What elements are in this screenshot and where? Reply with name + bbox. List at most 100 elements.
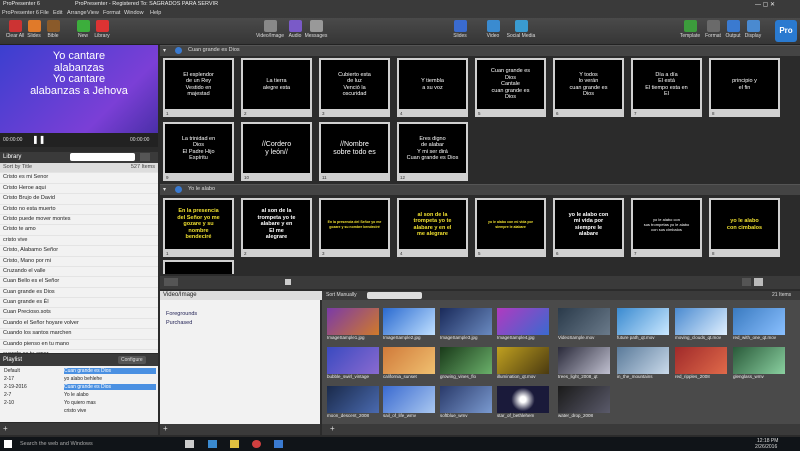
add-folder-icon[interactable]: + xyxy=(163,424,168,433)
slide[interactable]: //Nombre sobre todo es 11 xyxy=(319,122,390,181)
pause-icon[interactable]: ❚❚ xyxy=(32,135,45,144)
slide[interactable]: principio y el fin 8 xyxy=(709,58,780,117)
slide[interactable]: yo le alabo con mi vida por siempre le a… xyxy=(553,198,624,257)
list-view-icon[interactable] xyxy=(754,278,763,286)
media-thumb[interactable]: red_ripples_2008 xyxy=(675,347,727,381)
folder-icon[interactable] xyxy=(230,440,239,448)
library-search-input[interactable] xyxy=(70,153,135,161)
propresenter-taskbar-icon[interactable] xyxy=(274,440,283,448)
group-header[interactable]: ▾ Cuan grande es Dios xyxy=(160,45,800,56)
library-sort-row[interactable]: Sort by Title 527 Items xyxy=(0,163,158,174)
menu-help[interactable]: Help xyxy=(150,10,161,16)
list-item[interactable]: Cuan grande es Él xyxy=(0,298,158,309)
menu-edit[interactable]: Edit xyxy=(53,10,62,16)
playlist-song[interactable]: Yo quiero mas xyxy=(64,400,96,406)
list-item[interactable]: Cristo Heroe aqui xyxy=(0,184,158,195)
configure-button[interactable]: Configure xyxy=(118,356,146,364)
media-thumb[interactable]: ImageSample1.jpg xyxy=(327,308,379,342)
playlist-song[interactable]: Cuan grande es Dios xyxy=(64,368,156,374)
playlist-song[interactable]: Yo le alabo xyxy=(64,392,89,398)
task-view-icon[interactable] xyxy=(185,440,194,448)
menu-file[interactable]: File xyxy=(40,10,49,16)
list-item[interactable]: Cristo te amo xyxy=(0,225,158,236)
library-button[interactable]: Library xyxy=(87,20,117,44)
group-header[interactable]: ▾ Yo le alabo xyxy=(160,184,800,195)
media-thumb[interactable]: future path_qt.mov xyxy=(617,308,669,342)
slide[interactable]: La trinidad en Dios El Padre Hijo Espíri… xyxy=(163,122,234,181)
slide[interactable]: yo le alabo con mi vida por siempre le a… xyxy=(475,198,546,257)
media-thumb[interactable]: trees_light_2008_qt xyxy=(558,347,610,381)
list-item[interactable]: Cuando los santos marchen xyxy=(0,329,158,340)
media-thumb[interactable]: ImageSample2.jpg xyxy=(383,308,435,342)
slide[interactable]: Cuan grande es Dios Cantale cuan grande … xyxy=(475,58,546,117)
list-item[interactable]: Cuan Precioso.sots xyxy=(0,308,158,319)
grid-view-icon[interactable] xyxy=(742,278,751,286)
add-menu-button[interactable] xyxy=(164,278,178,286)
list-item[interactable]: Cuando el Señor hoyare volver xyxy=(0,319,158,330)
playlist-date[interactable]: Default xyxy=(4,368,20,374)
list-item[interactable]: Cristo Brujo de David xyxy=(0,194,158,205)
media-thumb[interactable]: VideoSample.mov xyxy=(558,308,610,342)
list-item[interactable]: Cristo es mi Senor xyxy=(0,173,158,184)
media-thumb[interactable]: california_sunset xyxy=(383,347,435,381)
playlist-date[interactable]: 2-17 xyxy=(4,376,14,382)
slide[interactable]: al son de la trompeta yo te alabare y en… xyxy=(241,198,312,257)
slide[interactable]: El esplendor de un Rey Vestido en majest… xyxy=(163,58,234,117)
slide[interactable]: Y todos lo verán cuan grande es Dios 6 xyxy=(553,58,624,117)
media-thumb[interactable]: softblue_wmv xyxy=(440,386,492,420)
list-item[interactable]: Cuan Bello es el Señor xyxy=(0,277,158,288)
list-item[interactable]: Cristo puede mover montes xyxy=(0,215,158,226)
list-item[interactable]: Cruzando el valle xyxy=(0,267,158,278)
slide[interactable] xyxy=(163,260,234,274)
playlist-date[interactable]: 2-10 xyxy=(4,400,14,406)
add-playlist-icon[interactable]: + xyxy=(3,424,8,433)
menu-propresenter[interactable]: ProPresenter 6 xyxy=(2,10,39,16)
sort-label[interactable]: Sort Manually xyxy=(326,292,357,298)
list-item[interactable]: Cuan grande es Dios xyxy=(0,288,158,299)
tree-item-purchased[interactable]: Purchased xyxy=(166,320,192,326)
playlist-date[interactable]: 2-7 xyxy=(4,392,11,398)
list-item[interactable]: Cristo, Mano por mi xyxy=(0,257,158,267)
messages-button[interactable]: Messages xyxy=(301,20,331,44)
add-media-icon[interactable]: + xyxy=(330,424,335,433)
media-thumb[interactable]: illumination_qt.mov xyxy=(497,347,549,381)
display-button[interactable]: Display xyxy=(738,20,768,44)
chevron-down-icon[interactable]: ▾ xyxy=(163,47,166,54)
menu-format[interactable]: Format xyxy=(103,10,120,16)
slide[interactable]: Eres digno de alabar Y mi ser dirá Cuan … xyxy=(397,122,468,181)
media-thumb[interactable]: ImageSample3.jpg xyxy=(440,308,492,342)
gear-icon[interactable] xyxy=(140,153,150,161)
slides-view-button[interactable]: Slides xyxy=(445,20,475,44)
media-search-input[interactable] xyxy=(367,292,422,299)
chevron-down-icon[interactable]: ▾ xyxy=(163,186,166,193)
media-thumb[interactable]: star_of_bethlehem xyxy=(497,386,549,420)
video-view-button[interactable]: Video xyxy=(478,20,508,44)
taskbar-search[interactable]: Search the web and Windows xyxy=(20,441,93,447)
tree-item-foregrounds[interactable]: Foregrounds xyxy=(166,311,197,317)
list-item[interactable]: Cristo, Alabamo Señor xyxy=(0,246,158,257)
slide[interactable]: En la presencia del Señor yo me gozare y… xyxy=(319,198,390,257)
media-thumb[interactable]: sail_of_life_wmv xyxy=(383,386,435,420)
media-thumb[interactable]: growing_vines_flo xyxy=(440,347,492,381)
playlist-song[interactable]: yo alabo behlehe xyxy=(64,376,102,382)
list-item[interactable]: Cuando pienso en tu mano xyxy=(0,340,158,351)
window-controls[interactable]: — ▢ ✕ xyxy=(755,1,775,8)
slide[interactable]: al son de la trompeta yo te alabare y en… xyxy=(397,198,468,257)
slide[interactable]: yo le alabo con cimbalos 8 xyxy=(709,198,780,257)
slide[interactable]: La tierra alegre esta 2 xyxy=(241,58,312,117)
slide[interactable]: //Cordero y león//10 xyxy=(241,122,312,181)
menu-window[interactable]: Window xyxy=(124,10,144,16)
menu-view[interactable]: View xyxy=(87,10,99,16)
slide[interactable]: yo le alabo con sus trompetas yo le alab… xyxy=(631,198,702,257)
media-thumb[interactable]: moving_clouds_qt.mov xyxy=(675,308,727,342)
playlist-song[interactable]: Cuan grande es Dios xyxy=(64,384,156,390)
slide[interactable]: Día a día El está El tiempo esta en El 7 xyxy=(631,58,702,117)
slide[interactable]: Y tiembla a su voz 4 xyxy=(397,58,468,117)
edge-icon[interactable] xyxy=(208,440,217,448)
list-item[interactable]: Cristo no esta muerto xyxy=(0,205,158,215)
slide[interactable]: En la presencia del Señor yo me gozare y… xyxy=(163,198,234,257)
chrome-icon[interactable] xyxy=(252,440,261,448)
media-thumb[interactable]: ImageSample4.jpg xyxy=(497,308,549,342)
bible-button[interactable]: Bible xyxy=(38,20,68,44)
slide[interactable]: Cubierto esta de luz Venció la oscuridad… xyxy=(319,58,390,117)
